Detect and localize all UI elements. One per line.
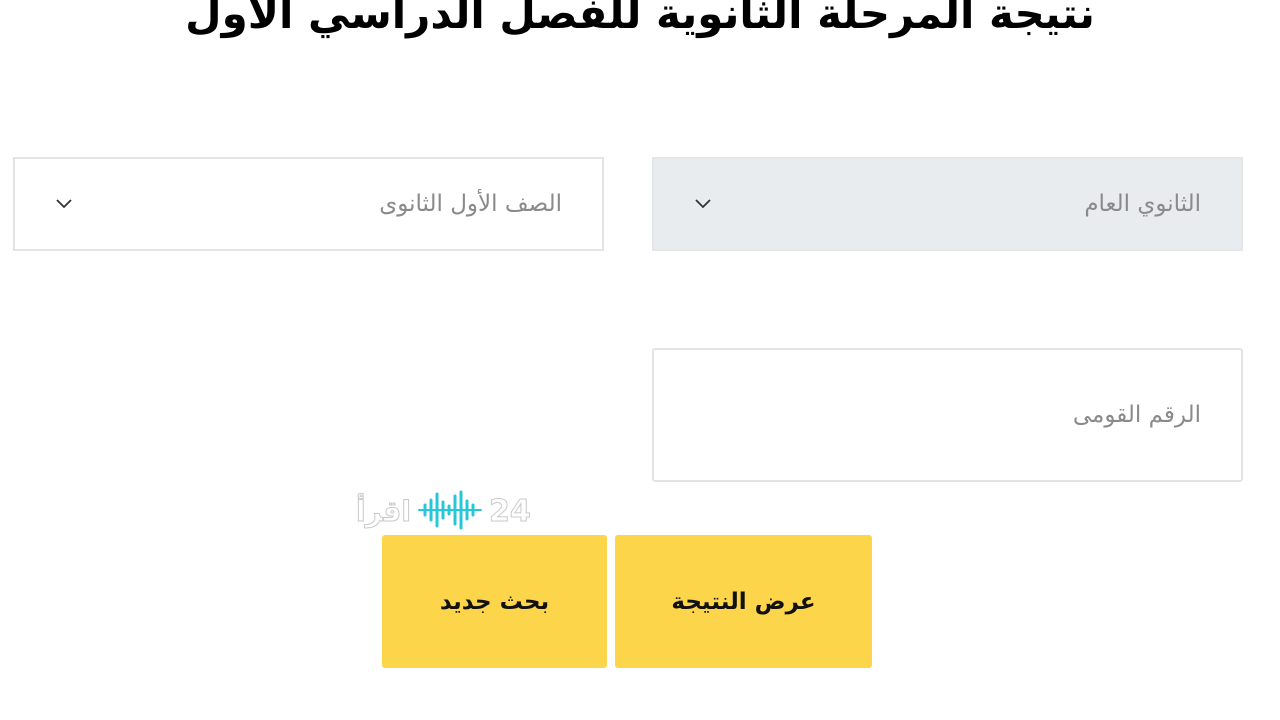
watermark-brand-text: اقرأ [356, 495, 412, 529]
new-search-button[interactable]: بحث جديد [382, 535, 607, 668]
track-select-value: الثانوي العام [1084, 191, 1201, 217]
watermark-brand-number: 24 [488, 494, 531, 530]
track-select[interactable]: الثانوي العام [652, 157, 1243, 251]
show-result-button[interactable]: عرض النتيجة [615, 535, 872, 668]
watermark-logo: اقرأ 24 [356, 490, 556, 534]
page-title: نتيجة المرحلة الثانوية للفصل الدراسي الأ… [185, 0, 1095, 38]
sound-wave-icon [417, 490, 483, 534]
chevron-down-icon [55, 198, 73, 210]
national-id-input[interactable] [652, 348, 1243, 482]
grade-select-value: الصف الأول الثانوى [379, 191, 562, 217]
grade-select[interactable]: الصف الأول الثانوى [13, 157, 604, 251]
chevron-down-icon [694, 198, 712, 210]
